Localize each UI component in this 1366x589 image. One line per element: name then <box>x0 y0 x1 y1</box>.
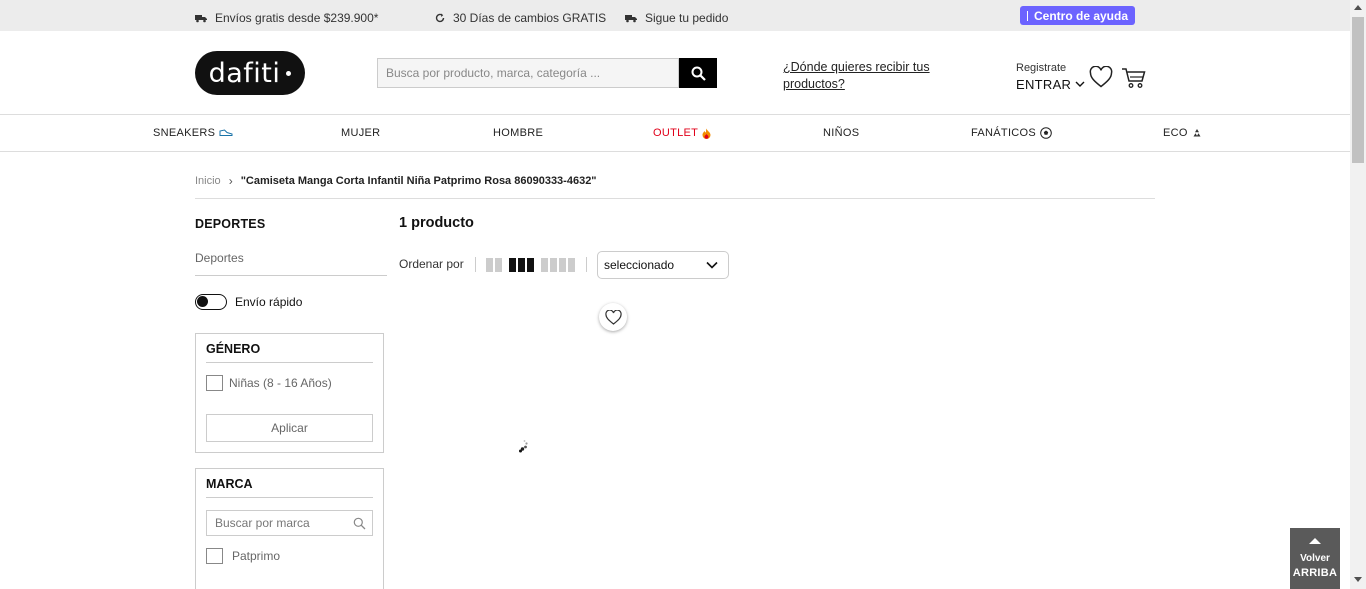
recycle-icon <box>1193 129 1201 137</box>
sort-label: Ordenar por <box>399 257 464 271</box>
fast-shipping-toggle[interactable] <box>195 294 227 310</box>
account-menu[interactable]: Registrate ENTRAR <box>1016 62 1085 92</box>
add-to-wishlist-button[interactable] <box>599 303 627 331</box>
login-label: ENTRAR <box>1016 77 1072 92</box>
logo-dot <box>286 70 292 76</box>
search-icon <box>691 66 706 81</box>
nav-label: FANÁTICOS <box>971 127 1037 139</box>
refresh-icon <box>435 13 445 23</box>
cart-icon[interactable] <box>1121 67 1146 89</box>
truck-icon <box>195 14 207 22</box>
brand-search-field[interactable] <box>206 510 373 536</box>
divider <box>1026 10 1028 21</box>
scroll-down-arrow-icon[interactable] <box>1354 577 1362 582</box>
search-icon <box>353 517 366 530</box>
nav-item-sneakers[interactable]: SNEAKERS <box>153 127 233 139</box>
main-nav: SNEAKERS MUJER HOMBRE OUTLET NIÑOS FANÁT… <box>0 115 1350 152</box>
heart-icon <box>604 309 622 325</box>
divider <box>195 198 1155 199</box>
sneaker-icon <box>219 129 233 136</box>
promo-shipping-text: Envíos gratis desde $239.900* <box>215 11 379 25</box>
fast-shipping-label: Envío rápido <box>235 295 303 309</box>
scroll-up-arrow-icon[interactable] <box>1354 5 1362 10</box>
promo-bar: Envíos gratis desde $239.900* 30 Días de… <box>0 0 1350 31</box>
search-input[interactable] <box>377 58 679 88</box>
nav-item-outlet[interactable]: OUTLET <box>653 127 711 139</box>
grid-3-columns-icon[interactable] <box>509 258 534 272</box>
site-header: dafiti ¿Dónde quieres recibir tus produc… <box>0 31 1350 115</box>
brand-filter-title: MARCA <box>206 477 373 498</box>
apply-button[interactable]: Aplicar <box>206 414 373 442</box>
nav-label: HOMBRE <box>493 127 544 139</box>
promo-returns-text: 30 Días de cambios GRATIS <box>453 11 607 25</box>
brand-option-label: Patprimo <box>232 549 281 563</box>
nav-item-hombre[interactable]: HOMBRE <box>493 127 543 139</box>
nav-label: ECO <box>1163 127 1188 139</box>
login-dropdown[interactable]: ENTRAR <box>1016 77 1085 92</box>
chevron-down-icon <box>706 261 718 269</box>
nav-label: OUTLET <box>653 127 699 139</box>
breadcrumb-home[interactable]: Inicio <box>195 175 221 187</box>
toggle-knob <box>197 296 208 307</box>
nav-label: NIÑOS <box>823 127 860 139</box>
grid-2-columns-icon[interactable] <box>486 258 502 272</box>
brand-option[interactable]: Patprimo <box>206 548 373 564</box>
promo-shipping[interactable]: Envíos gratis desde $239.900* <box>195 11 378 25</box>
gender-option[interactable]: Niñas (8 - 16 Años) <box>206 375 373 391</box>
arrow-up-icon <box>1309 538 1321 544</box>
promo-tracking-text: Sigue tu pedido <box>645 11 729 25</box>
product-count: 1 producto <box>399 215 474 231</box>
chevron-down-icon <box>1075 81 1085 87</box>
nav-item-ninos[interactable]: NIÑOS <box>823 127 859 139</box>
category-title: DEPORTES <box>195 217 266 231</box>
checkbox[interactable] <box>206 375 223 391</box>
promo-tracking[interactable]: Sigue tu pedido <box>625 11 728 25</box>
nav-label: MUJER <box>341 127 381 139</box>
nav-label: SNEAKERS <box>153 127 216 139</box>
register-link[interactable]: Registrate <box>1016 62 1085 74</box>
loading-spinner-icon <box>519 440 528 453</box>
fire-icon <box>702 128 711 139</box>
divider <box>195 275 387 276</box>
search-button[interactable] <box>679 58 717 88</box>
gender-filter-title: GÉNERO <box>206 342 373 363</box>
soccer-ball-icon <box>1040 127 1052 139</box>
help-center-button[interactable]: Centro de ayuda <box>1020 6 1135 25</box>
dafiti-logo[interactable]: dafiti <box>195 51 305 95</box>
grid-4-columns-icon[interactable] <box>541 258 575 272</box>
checkbox[interactable] <box>206 548 223 564</box>
back-to-top-button[interactable]: Volver ARRIBA <box>1290 528 1340 589</box>
nav-item-mujer[interactable]: MUJER <box>341 127 380 139</box>
sort-select[interactable]: seleccionado <box>597 251 729 279</box>
sort-selected-value: seleccionado <box>604 258 675 272</box>
gender-option-label: Niñas (8 - 16 Años) <box>229 376 332 390</box>
brand-filter: MARCA Patprimo <box>195 468 384 589</box>
promo-returns[interactable]: 30 Días de cambios GRATIS <box>435 11 606 25</box>
nav-item-eco[interactable]: ECO <box>1163 127 1202 139</box>
page-scrollbar[interactable] <box>1350 0 1366 589</box>
breadcrumb-separator: › <box>228 174 233 188</box>
truck-icon <box>625 14 637 22</box>
logo-text: dafiti <box>208 57 281 89</box>
gender-filter: GÉNERO Niñas (8 - 16 Años) Aplicar <box>195 333 384 453</box>
back-to-top-line1: Volver <box>1300 553 1330 564</box>
help-center-label: Centro de ayuda <box>1033 8 1129 23</box>
nav-item-fanaticos[interactable]: FANÁTICOS <box>971 127 1052 139</box>
delivery-location-link[interactable]: ¿Dónde quieres recibir tus productos? <box>783 59 933 93</box>
divider <box>586 257 587 272</box>
breadcrumb: Inicio › "Camiseta Manga Corta Infantil … <box>195 174 597 188</box>
back-to-top-line2: ARRIBA <box>1292 567 1338 579</box>
wishlist-heart-icon[interactable] <box>1089 66 1113 88</box>
breadcrumb-current: "Camiseta Manga Corta Infantil Niña Patp… <box>240 175 597 187</box>
category-link[interactable]: Deportes <box>195 251 244 265</box>
scrollbar-thumb[interactable] <box>1352 17 1364 163</box>
divider <box>475 257 476 272</box>
brand-search-input[interactable] <box>207 511 372 535</box>
fast-shipping-toggle-row[interactable]: Envío rápido <box>195 294 302 310</box>
